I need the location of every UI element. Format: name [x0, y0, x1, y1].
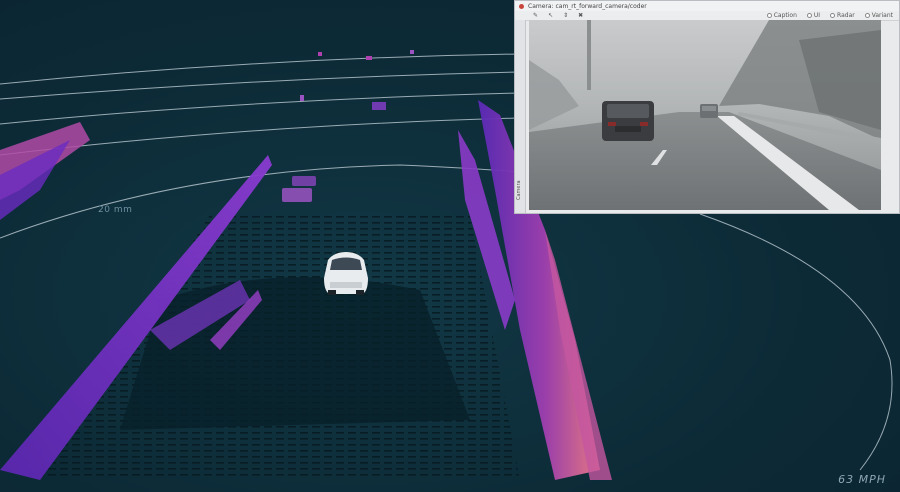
- ego-vehicle: [324, 252, 368, 295]
- bookmark-icon[interactable]: ⇕: [563, 12, 568, 19]
- camera-side-tab[interactable]: Camera: [515, 20, 526, 213]
- lidar-3d-viewport[interactable]: 20 mm 63 MPH Camera: cam_rt_forward_came…: [0, 0, 900, 492]
- range-ring-label: 20 mm: [98, 205, 133, 215]
- camera-panel[interactable]: Camera: cam_rt_forward_camera/coder ✎ ↖ …: [514, 0, 900, 214]
- camera-panel-titlebar[interactable]: Camera: cam_rt_forward_camera/coder: [515, 1, 899, 11]
- camera-image: [529, 20, 881, 210]
- camera-panel-title: Camera: cam_rt_forward_camera/coder: [528, 2, 647, 10]
- option-caption[interactable]: Caption: [766, 12, 797, 19]
- close-icon[interactable]: [519, 3, 524, 9]
- cursor-icon[interactable]: ↖: [548, 12, 553, 19]
- pin-icon[interactable]: ✎: [533, 12, 538, 19]
- info-icon[interactable]: ✖: [578, 12, 583, 19]
- option-radar[interactable]: Radar: [830, 12, 855, 19]
- option-variant[interactable]: Variant: [864, 12, 893, 19]
- camera-body: Camera: [515, 20, 900, 215]
- speed-readout: 63 MPH: [838, 473, 886, 486]
- option-ui[interactable]: UI: [806, 12, 820, 19]
